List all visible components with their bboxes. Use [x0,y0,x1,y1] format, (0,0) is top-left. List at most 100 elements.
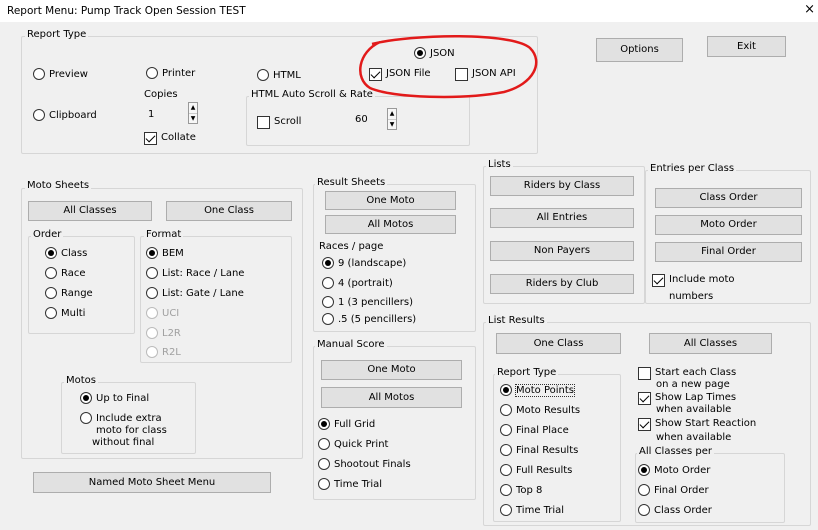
radio-circle [638,484,650,496]
moto-order-button[interactable]: Moto Order [655,215,802,235]
up-to-final-radio[interactable]: Up to Final [80,392,149,404]
non-payers-button[interactable]: Non Payers [490,241,634,261]
radio-circle [45,267,57,279]
moto-results-radio[interactable]: Moto Results [500,404,580,416]
copies-value[interactable]: 1 [148,109,154,120]
order-label: Order [31,229,64,240]
radio-circle [500,404,512,416]
include-moto-numbers-checkbox[interactable]: Include moto [652,274,734,287]
format-race-lane-radio[interactable]: List: Race / Lane [146,267,244,279]
checkbox-box [144,132,157,145]
radio-circle [80,412,92,424]
radio-circle [257,69,269,81]
show-start-reaction-checkbox[interactable]: Show Start Reaction [638,418,756,431]
radio-circle [500,424,512,436]
final-results-radio[interactable]: Final Results [500,444,578,456]
radio-circle [146,267,158,279]
riders-by-club-button[interactable]: Riders by Club [490,274,634,294]
report-type-label: Report Type [25,29,89,40]
options-button[interactable]: Options [596,38,683,62]
riders-by-class-button[interactable]: Riders by Class [490,176,634,196]
radio-circle [146,247,158,259]
radio-circle [45,287,57,299]
manual-one-moto-button[interactable]: One Moto [321,360,462,380]
order-race-radio[interactable]: Race [45,267,86,279]
final-place-radio[interactable]: Final Place [500,424,569,436]
moto-all-classes-button[interactable]: All Classes [28,201,152,221]
start-each-class-line-2: on a new page [656,379,730,390]
checkbox-box [638,418,651,431]
per-moto-order-radio[interactable]: Moto Order [638,464,710,476]
radio-circle [33,109,45,121]
full-results-radio[interactable]: Full Results [500,464,572,476]
list-report-type-label: Report Type [495,367,559,378]
red-annotation-circle [359,34,538,99]
collate-checkbox[interactable]: Collate [144,132,196,145]
spin-up-icon[interactable]: ▲ [189,103,197,114]
preview-radio[interactable]: Preview [33,68,88,80]
list-results-label: List Results [486,315,547,326]
races-1-radio[interactable]: 1 (3 pencillers) [322,296,413,308]
copies-spinner[interactable]: ▲ ▼ [188,102,198,124]
named-moto-sheet-menu-button[interactable]: Named Moto Sheet Menu [33,472,271,493]
races-9-radio[interactable]: 9 (landscape) [322,257,406,269]
scroll-checkbox[interactable]: Scroll [257,116,301,129]
order-class-radio[interactable]: Class [45,247,87,259]
radio-circle [318,478,330,490]
manual-all-motos-button[interactable]: All Motos [321,387,462,408]
checkbox-box [652,274,665,287]
radio-circle [146,346,158,358]
radio-circle [322,313,334,325]
motos-label: Motos [64,375,98,386]
format-l2r-radio: L2R [146,327,181,339]
format-r2l-radio: R2L [146,346,181,358]
full-grid-radio[interactable]: Full Grid [318,418,375,430]
format-bem-radio[interactable]: BEM [146,247,184,259]
format-label: Format [144,229,184,240]
races-half-radio[interactable]: .5 (5 pencillers) [322,313,416,325]
shootout-finals-radio[interactable]: Shootout Finals [318,458,411,470]
results-all-classes-button[interactable]: All Classes [649,333,772,354]
include-extra-line-2: moto for class [96,425,167,436]
results-one-class-button[interactable]: One Class [496,333,621,354]
radio-circle [500,504,512,516]
races-4-radio[interactable]: 4 (portrait) [322,277,393,289]
rate-spinner[interactable]: ▲ ▼ [387,108,397,130]
close-icon[interactable]: × [804,2,815,17]
radio-circle [322,277,334,289]
result-all-motos-button[interactable]: All Motos [325,215,456,234]
exit-button[interactable]: Exit [707,36,786,57]
format-gate-lane-radio[interactable]: List: Gate / Lane [146,287,244,299]
show-lap-times-line-2: when available [656,404,732,415]
show-start-reaction-line-2: when available [656,432,732,443]
order-multi-radio[interactable]: Multi [45,307,85,319]
rate-value[interactable]: 60 [355,114,368,125]
all-classes-per-label: All Classes per [637,446,715,457]
spin-up-icon[interactable]: ▲ [388,109,396,120]
per-final-order-radio[interactable]: Final Order [638,484,709,496]
quick-print-radio[interactable]: Quick Print [318,438,388,450]
spin-down-icon[interactable]: ▼ [189,114,197,124]
format-uci-radio: UCI [146,307,179,319]
radio-circle [318,418,330,430]
include-extra-radio[interactable]: Include extra [80,412,162,424]
manual-time-trial-radio[interactable]: Time Trial [318,478,382,490]
radio-circle [146,307,158,319]
radio-circle [146,287,158,299]
result-one-moto-button[interactable]: One Moto [325,191,456,210]
moto-points-radio[interactable]: Moto Points [500,383,576,397]
printer-radio[interactable]: Printer [146,67,195,79]
spin-down-icon[interactable]: ▼ [388,120,396,130]
per-class-order-radio[interactable]: Class Order [638,504,712,516]
all-entries-button[interactable]: All Entries [490,208,634,228]
top-8-radio[interactable]: Top 8 [500,484,542,496]
results-time-trial-radio[interactable]: Time Trial [500,504,564,516]
clipboard-radio[interactable]: Clipboard [33,109,97,121]
class-order-button[interactable]: Class Order [655,188,802,208]
html-radio[interactable]: HTML [257,69,301,81]
moto-one-class-button[interactable]: One Class [166,201,292,221]
final-order-button[interactable]: Final Order [655,242,802,262]
radio-circle [80,392,92,404]
checkbox-box [638,367,651,380]
order-range-radio[interactable]: Range [45,287,93,299]
